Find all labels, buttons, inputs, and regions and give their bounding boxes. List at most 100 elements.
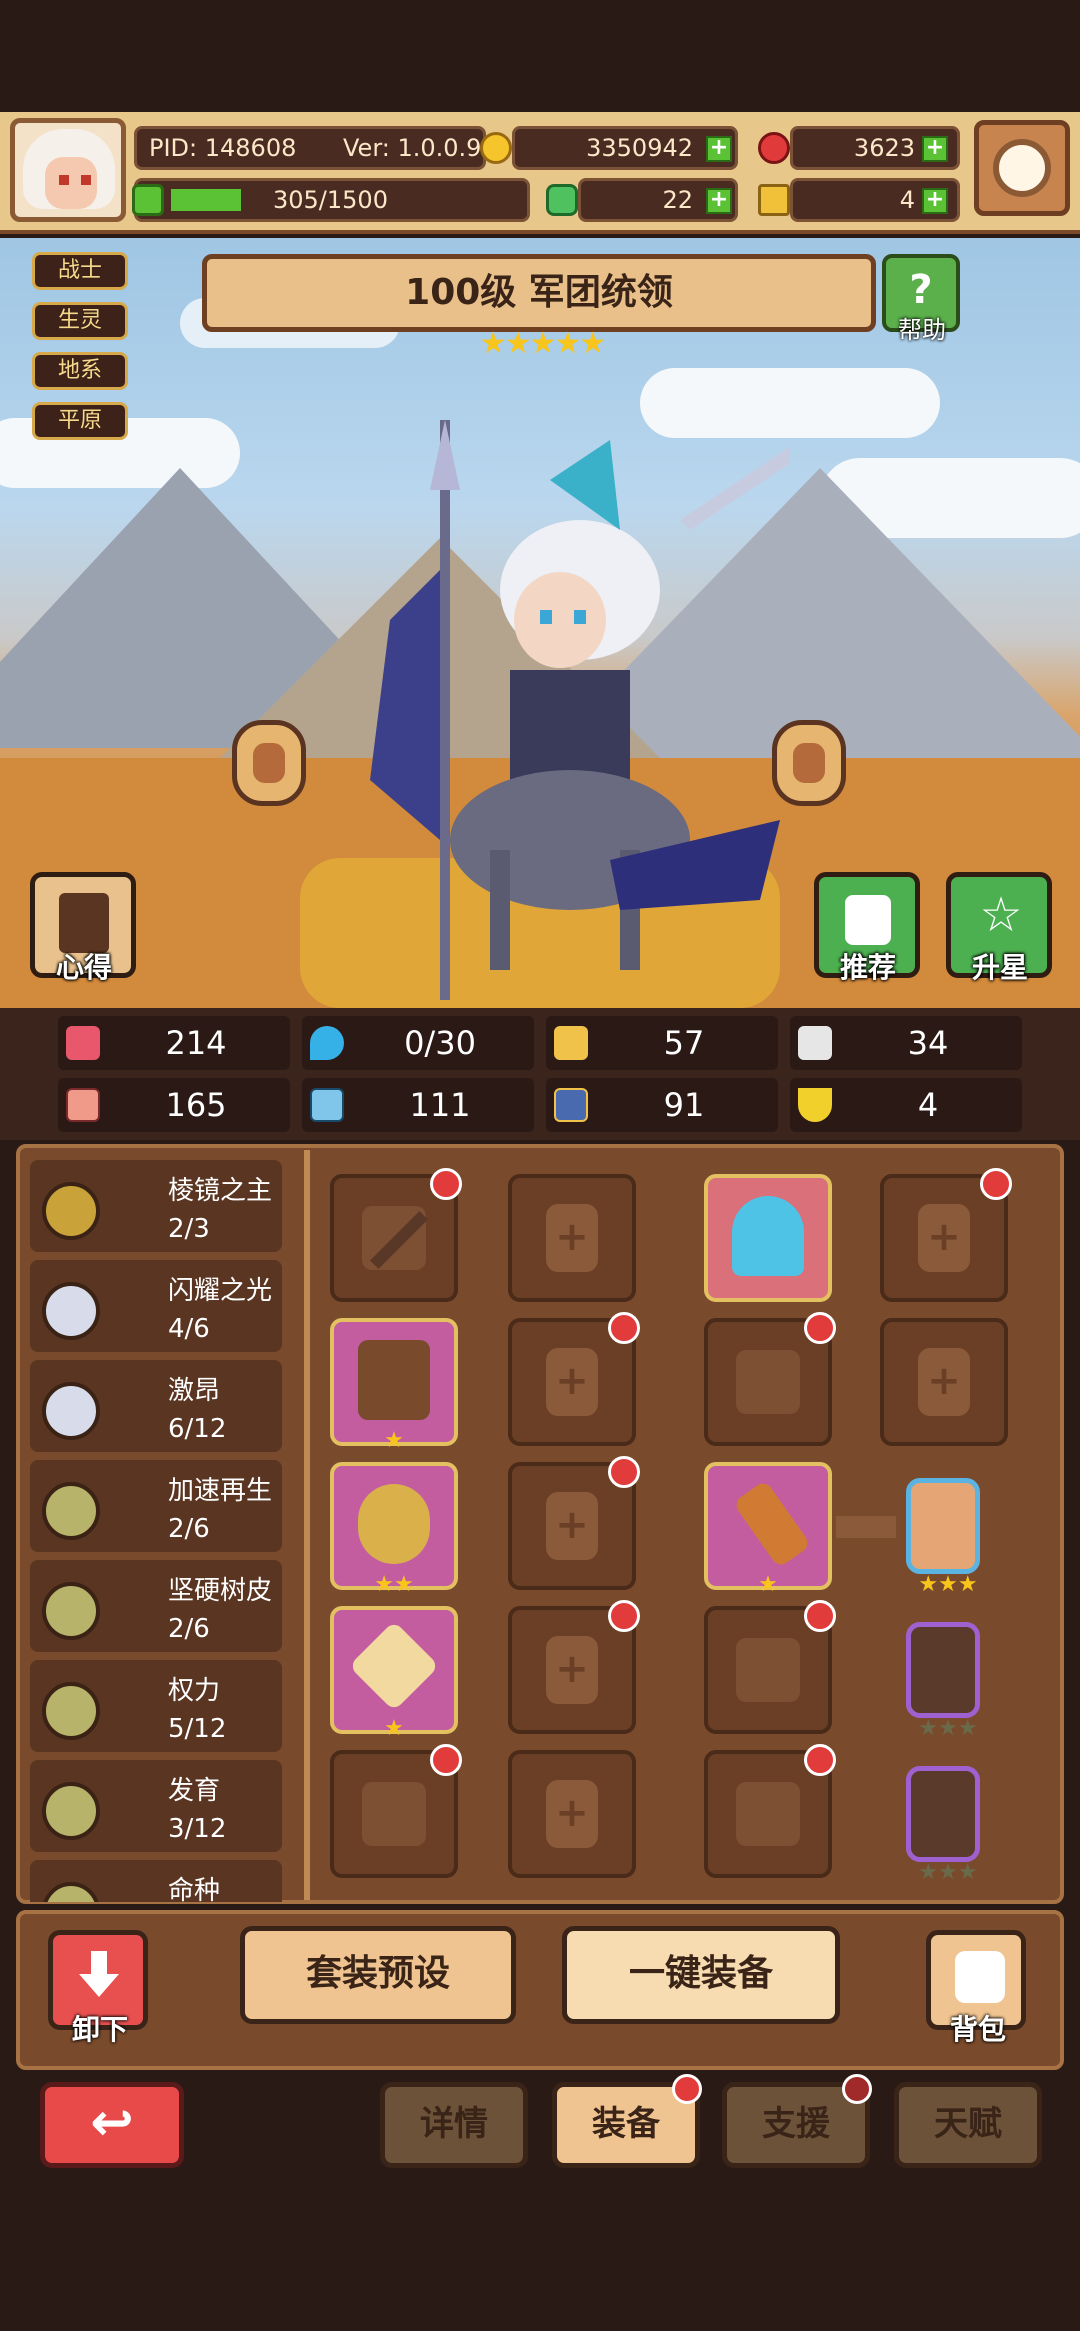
settings-button[interactable] [974,120,1070,216]
unequip-label: 卸下 [71,2013,128,2046]
set-count: 5/12 [168,1714,227,1744]
pid-text: PID: 148608 [149,134,297,162]
rune-slot[interactable] [906,1766,980,1862]
add-key-button[interactable]: + [922,188,948,214]
tab-detail[interactable]: 详情 [380,2082,528,2168]
rune-slot[interactable] [906,1622,980,1718]
set-item[interactable]: 激昂 6/12 [30,1360,282,1452]
alert-dot [804,1744,836,1776]
gold-coin-icon [480,132,512,164]
key-icon [758,184,790,216]
add-gem-button[interactable]: + [922,136,948,162]
tab-alert-dot [672,2074,702,2104]
set-item[interactable]: 坚硬树皮 2/6 [30,1560,282,1652]
set-name: 发育 [168,1776,221,1806]
alert-dot [608,1312,640,1344]
stat-defense: 57 [546,1016,778,1070]
set-count: 3/12 [168,1814,227,1844]
stat-agility: 34 [790,1016,1022,1070]
boot-icon [554,1088,588,1122]
alert-dot [608,1456,640,1488]
set-bonus-list[interactable]: 棱镜之主 2/3 闪耀之光 4/6 激昂 6/12 加速再生 2/6 坚硬树皮 2/6 权… [30,1160,298,1902]
add-clover-button[interactable]: + [706,188,732,214]
necklace-icon [358,1484,430,1564]
helmet-slot[interactable] [704,1174,832,1302]
game-screen: { "player": { "pid": "PID: 148608", "ver… [0,0,1080,2331]
right-orb-icon[interactable] [772,720,846,806]
set-item[interactable]: 加速再生 2/6 [30,1460,282,1552]
set-count: 2/6 [168,1514,210,1544]
notebook-icon [59,893,109,953]
hero-title: 100级 军团统领 [405,272,673,313]
set-preset-button[interactable]: 套装预设 [240,1926,516,2024]
version-text: Ver: 1.0.0.9 [343,134,482,162]
empty-slot[interactable] [508,1750,636,1878]
insight-label: 心得 [55,951,112,984]
stat-luck: 4 [790,1078,1022,1132]
tab-alert-dot [842,2074,872,2104]
offhand-slot[interactable] [704,1462,832,1590]
auto-equip-button[interactable]: 一键装备 [562,1926,840,2024]
set-item[interactable]: 棱镜之主 2/3 [30,1160,282,1252]
empty-slot[interactable] [880,1318,1008,1446]
stat-value: 91 [663,1086,705,1124]
stat-value: 111 [409,1086,471,1124]
alert-dot [980,1168,1012,1200]
set-count: 2/3 [168,1214,210,1244]
player-avatar[interactable] [10,118,126,222]
stat-value: 0/30 [404,1024,476,1062]
add-gold-button[interactable]: + [706,136,732,162]
helmet-icon [732,1196,804,1276]
help-label: 帮助 [898,316,946,344]
set-count: 6/12 [168,1414,227,1444]
set-item[interactable]: 权力 5/12 [30,1660,282,1752]
set-name: 闪耀之光 [168,1276,273,1306]
set-count: 4/6 [168,1314,210,1344]
stat-value: 34 [907,1024,949,1062]
stat-magic: 111 [302,1078,534,1132]
stat-speed: 91 [546,1078,778,1132]
set-item[interactable]: 发育 3/12 [30,1760,282,1852]
armor-slot[interactable] [330,1318,458,1446]
sword-icon [370,1211,428,1269]
clover-icon [546,184,578,216]
heart-icon [66,1026,100,1060]
set-name: 坚硬树皮 [168,1576,273,1606]
star-icon: ☆ [979,887,1023,943]
back-button[interactable]: ↩ [40,2082,184,2168]
fist-icon [66,1088,100,1122]
hero-title-banner: 100级 军团统领 [202,254,876,332]
set-medal-icon [42,1682,100,1740]
left-orb-icon[interactable] [232,720,306,806]
rune-stars: ★★★ [918,1716,978,1741]
gem-icon [758,132,790,164]
exp-bar-fill [171,189,241,211]
tag-element: 地系 [32,352,128,390]
hero-stats: 214 0/30 57 34 165 111 91 4 [0,1008,1080,1140]
set-name: 命种 [168,1876,221,1902]
rune-slot[interactable] [906,1478,980,1574]
tag-race: 生灵 [32,302,128,340]
question-icon: ? [909,267,933,313]
set-item[interactable]: 命种 [30,1860,282,1902]
tab-talent[interactable]: 天赋 [894,2082,1042,2168]
set-item[interactable]: 闪耀之光 4/6 [30,1260,282,1352]
gem-amount: 3623 [853,134,915,162]
drop-icon [310,1026,344,1060]
set-medal-icon [42,1882,100,1902]
necklace-slot[interactable] [330,1462,458,1590]
set-name: 权力 [168,1676,221,1706]
exp-panel: 305/1500 [134,178,530,222]
back-arrow-icon: ↩ [90,2093,134,2153]
gem-frame-icon [348,1620,440,1712]
exp-leaf-icon [132,184,164,216]
star-up-label: 升星 [971,951,1028,984]
item-stars: ★ [384,1428,404,1453]
rune-stars: ★★★ [918,1572,978,1597]
tag-class: 战士 [32,252,128,290]
ring-slot[interactable] [330,1606,458,1734]
stat-value: 165 [165,1086,227,1124]
down-arrow-icon [79,1951,119,1997]
set-medal-icon [42,1182,100,1240]
empty-slot[interactable] [508,1174,636,1302]
